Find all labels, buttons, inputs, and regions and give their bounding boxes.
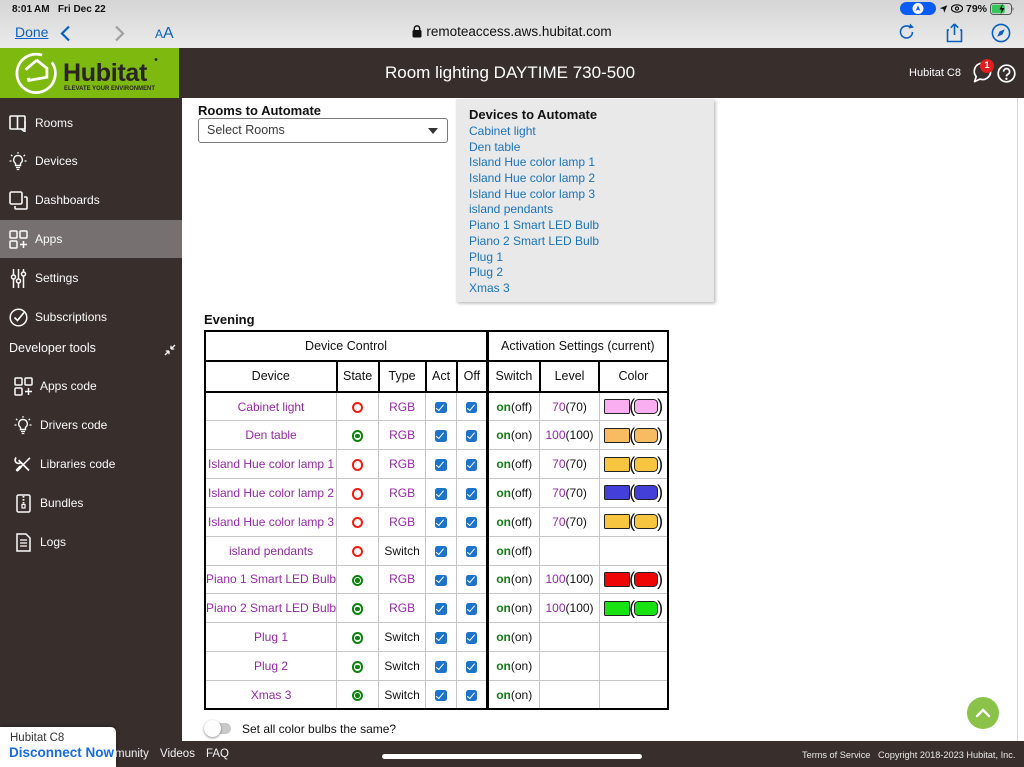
svg-text:Hubitat: Hubitat — [63, 59, 148, 87]
svg-text:ELEVATE YOUR ENVIRONMENT: ELEVATE YOUR ENVIRONMENT — [64, 85, 155, 92]
